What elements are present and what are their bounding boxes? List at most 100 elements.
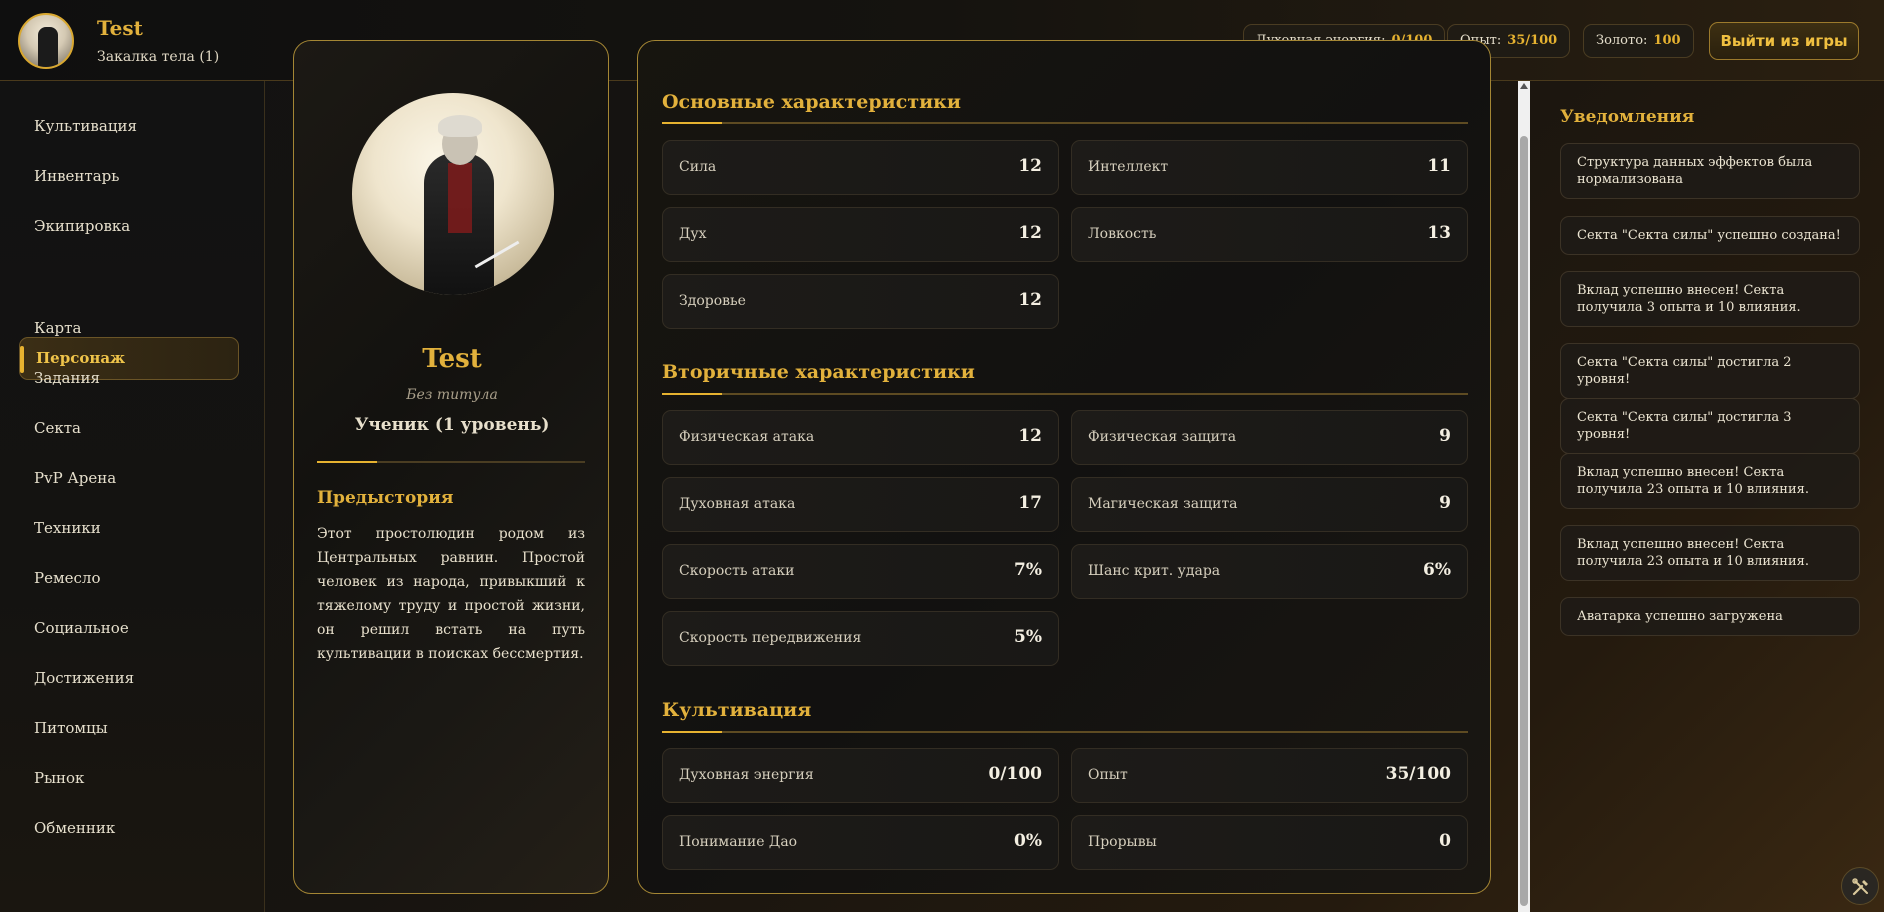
stats-panel: Основные характеристики Сила 12 Интеллект… bbox=[637, 40, 1491, 894]
stat-label: Прорывы bbox=[1088, 834, 1157, 850]
stat-dao-understanding: Понимание Дао 0% bbox=[662, 815, 1059, 870]
player-name: Test bbox=[97, 16, 143, 40]
stat-value: 12 bbox=[1018, 290, 1042, 310]
scroll-thumb[interactable] bbox=[1520, 136, 1528, 906]
notification-item: Секта "Секта силы" достигла 3 уровня! bbox=[1560, 398, 1860, 454]
stat-label: Физическая атака bbox=[679, 429, 815, 445]
character-card: Test Без титула Ученик (1 уровень) Преды… bbox=[293, 40, 609, 894]
sidebar-item-techniques[interactable]: Техники bbox=[34, 519, 101, 537]
stat-intellect: Интеллект 11 bbox=[1071, 140, 1468, 195]
sidebar-item-cultivation[interactable]: Культивация bbox=[34, 117, 137, 135]
stat-value: 13 bbox=[1427, 223, 1451, 243]
notifications-panel: Уведомления Структура данных эффектов бы… bbox=[1530, 81, 1884, 912]
stat-spirit-attack: Духовная атака 17 bbox=[662, 477, 1059, 532]
notification-item: Вклад успешно внесен! Секта получила 23 … bbox=[1560, 453, 1860, 509]
stat-physical-defense: Физическая защита 9 bbox=[1071, 410, 1468, 465]
character-name: Test bbox=[422, 344, 482, 374]
stat-label: Сила bbox=[679, 159, 717, 175]
exit-game-button[interactable]: Выйти из игры bbox=[1709, 22, 1859, 60]
notification-item: Вклад успешно внесен! Секта получила 23 … bbox=[1560, 525, 1860, 581]
stat-experience: Опыт 35/100 bbox=[1071, 748, 1468, 803]
stat-label: Скорость передвижения bbox=[679, 630, 862, 646]
stat-crit-chance: Шанс крит. удара 6% bbox=[1071, 544, 1468, 599]
stat-attack-speed: Скорость атаки 7% bbox=[662, 544, 1059, 599]
stat-value: 12 bbox=[1018, 426, 1042, 446]
stat-health: Здоровье 12 bbox=[662, 274, 1059, 329]
character-title: Без титула bbox=[406, 387, 498, 403]
stat-value: 7% bbox=[1014, 560, 1042, 580]
stat-physical-attack: Физическая атака 12 bbox=[662, 410, 1059, 465]
character-rank: Ученик (1 уровень) bbox=[354, 415, 550, 435]
stat-label: Понимание Дао bbox=[679, 834, 798, 850]
sidebar-item-inventory[interactable]: Инвентарь bbox=[34, 167, 119, 185]
sidebar-item-exchange[interactable]: Обменник bbox=[34, 819, 115, 837]
stat-value: 9 bbox=[1439, 426, 1451, 446]
stat-value: 9 bbox=[1439, 493, 1451, 513]
sidebar-item-pvp-arena[interactable]: PvP Арена bbox=[34, 469, 116, 487]
stat-spirit-energy: Духовная энергия 0/100 bbox=[662, 748, 1059, 803]
stat-agility: Ловкость 13 bbox=[1071, 207, 1468, 262]
character-portrait[interactable] bbox=[352, 93, 554, 295]
notification-item: Секта "Секта силы" достигла 2 уровня! bbox=[1560, 343, 1860, 399]
stat-spirit: Дух 12 bbox=[662, 207, 1059, 262]
section-divider bbox=[662, 393, 1468, 395]
stat-label: Магическая защита bbox=[1088, 496, 1238, 512]
stat-label: Дух bbox=[679, 226, 707, 242]
backstory-heading: Предыстория bbox=[317, 488, 454, 508]
scroll-up-arrow[interactable] bbox=[1520, 83, 1528, 89]
sidebar-item-character-label: Персонаж bbox=[36, 349, 126, 367]
stat-value: 35/100 bbox=[1385, 764, 1451, 784]
stat-value: 11 bbox=[1427, 156, 1451, 176]
tools-icon bbox=[1852, 878, 1868, 896]
sidebar-item-market[interactable]: Рынок bbox=[34, 769, 84, 787]
primary-stats-title: Основные характеристики bbox=[662, 91, 961, 113]
sidebar-item-map[interactable]: Карта bbox=[34, 319, 81, 337]
secondary-stats-title: Вторичные характеристики bbox=[662, 361, 975, 383]
section-divider bbox=[662, 122, 1468, 124]
sidebar-item-pets[interactable]: Питомцы bbox=[34, 719, 108, 737]
stat-label: Скорость атаки bbox=[679, 563, 795, 579]
gold-value: 100 bbox=[1653, 33, 1681, 48]
stat-label: Духовная энергия bbox=[679, 767, 814, 783]
stat-magic-defense: Магическая защита 9 bbox=[1071, 477, 1468, 532]
gold-chip: Золото: 100 bbox=[1583, 24, 1694, 58]
stat-value: 0/100 bbox=[988, 764, 1042, 784]
stat-value: 12 bbox=[1018, 156, 1042, 176]
stat-label: Интеллект bbox=[1088, 159, 1169, 175]
notification-item: Аватарка успешно загружена bbox=[1560, 597, 1860, 636]
stat-value: 5% bbox=[1014, 627, 1042, 647]
stat-label: Шанс крит. удара bbox=[1088, 563, 1221, 579]
stat-label: Здоровье bbox=[679, 293, 746, 309]
stat-label: Физическая защита bbox=[1088, 429, 1237, 445]
tools-button[interactable] bbox=[1841, 867, 1879, 905]
stat-value: 6% bbox=[1423, 560, 1451, 580]
gold-label: Золото: bbox=[1596, 33, 1648, 48]
stat-value: 17 bbox=[1018, 493, 1042, 513]
sidebar-item-sect[interactable]: Секта bbox=[34, 419, 81, 437]
stat-move-speed: Скорость передвижения 5% bbox=[662, 611, 1059, 666]
cultivation-title: Культивация bbox=[662, 699, 812, 721]
player-stage: Закалка тела (1) bbox=[97, 49, 220, 65]
stat-value: 0% bbox=[1014, 831, 1042, 851]
sidebar-item-equipment[interactable]: Экипировка bbox=[34, 217, 130, 235]
stat-label: Ловкость bbox=[1088, 226, 1157, 242]
stat-label: Духовная атака bbox=[679, 496, 796, 512]
experience-value: 35/100 bbox=[1507, 33, 1558, 48]
sidebar-item-social[interactable]: Социальное bbox=[34, 619, 129, 637]
backstory-text: Этот простолюдин родом из Центральных ра… bbox=[317, 526, 585, 662]
stat-label: Опыт bbox=[1088, 767, 1128, 783]
player-avatar[interactable] bbox=[18, 13, 74, 69]
stat-value: 0 bbox=[1439, 831, 1451, 851]
sidebar-item-crafting[interactable]: Ремесло bbox=[34, 569, 100, 587]
notification-item: Вклад успешно внесен! Секта получила 3 о… bbox=[1560, 271, 1860, 327]
stat-strength: Сила 12 bbox=[662, 140, 1059, 195]
divider bbox=[317, 461, 585, 463]
notification-item: Структура данных эффектов была нормализо… bbox=[1560, 143, 1860, 199]
main-scrollbar[interactable] bbox=[1518, 81, 1530, 912]
notifications-title: Уведомления bbox=[1560, 107, 1695, 127]
sidebar-item-quests[interactable]: Задания bbox=[34, 369, 100, 387]
stat-value: 12 bbox=[1018, 223, 1042, 243]
notification-item: Секта "Секта силы" успешно создана! bbox=[1560, 216, 1860, 255]
section-divider bbox=[662, 731, 1468, 733]
sidebar-item-achievements[interactable]: Достижения bbox=[34, 669, 134, 687]
